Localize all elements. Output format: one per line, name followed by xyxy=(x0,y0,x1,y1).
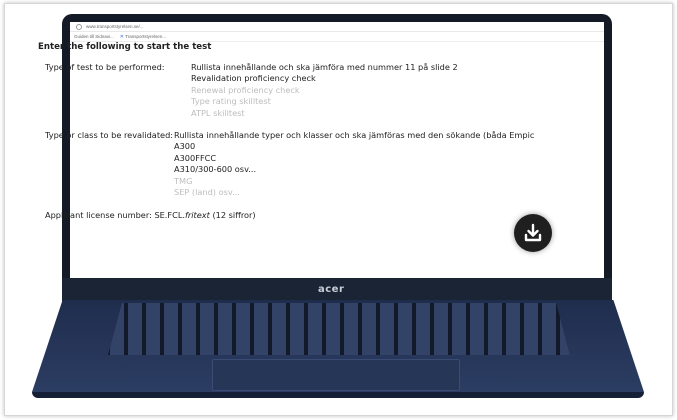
type-of-test-instruction: Rullista innehållande och ska jämföra me… xyxy=(191,62,458,72)
transportstyrelsen-icon: ✕ xyxy=(119,33,124,40)
type-or-class-selected[interactable]: A300FFCC xyxy=(174,153,534,164)
type-or-class-dropdown[interactable]: Rullista innehållande typer och klasser … xyxy=(174,130,534,198)
license-row: Applicant license number: SE.FCL.fritext… xyxy=(38,210,677,220)
license-input[interactable]: fritext xyxy=(185,210,210,220)
license-label: Applicant license number: xyxy=(45,210,152,221)
type-or-class-option[interactable]: SEP (land) osv... xyxy=(174,187,534,198)
type-of-test-row: Type of test to be performed: Rullista i… xyxy=(38,62,677,119)
license-prefix: SE.FCL. xyxy=(154,210,186,221)
type-of-test-option[interactable]: Renewal proficiency check xyxy=(191,85,458,96)
type-or-class-row: Type or class to be revalidated: Rullist… xyxy=(38,130,677,198)
bookmark-item-transportstyrelsen[interactable]: ✕ Transportstyrelsen... xyxy=(120,34,166,40)
type-of-test-selected[interactable]: Revalidation proficiency check xyxy=(191,73,458,84)
brand-logo: acer xyxy=(318,284,345,295)
type-or-class-selected[interactable]: A300 xyxy=(174,141,534,152)
type-or-class-instruction: Rullista innehållande typer och klasser … xyxy=(174,130,535,141)
type-of-test-option[interactable]: ATPL skilltest xyxy=(191,108,458,119)
site-info-icon xyxy=(76,23,82,30)
form-heading: Enter the following to start the test xyxy=(38,42,212,52)
download-button[interactable] xyxy=(514,214,552,252)
bookmark-item-guiden[interactable]: Guiden till Sidnavi... xyxy=(74,34,114,39)
type-or-class-selected[interactable]: A310/300-600 osv... xyxy=(174,164,534,175)
bookmark-label: Transportstyrelsen... xyxy=(125,33,167,39)
type-of-test-option[interactable]: Type rating skilltest xyxy=(191,96,458,107)
license-suffix: (12 siffror) xyxy=(209,210,256,221)
bookmarks-bar: Guiden till Sidnavi... ✕ Transportstyrel… xyxy=(70,32,604,42)
test-form: Enter the following to start the test Ty… xyxy=(38,42,677,220)
laptop-front-edge xyxy=(32,392,644,398)
browser-address-bar[interactable]: www.transportstyrelsen.se/... xyxy=(70,22,604,32)
trackpad xyxy=(212,359,460,391)
type-of-test-label: Type of test to be performed: xyxy=(45,62,165,72)
browser-url[interactable]: www.transportstyrelsen.se/... xyxy=(86,24,144,29)
type-of-test-dropdown[interactable]: Rullista innehållande och ska jämföra me… xyxy=(191,62,458,119)
download-icon xyxy=(524,223,542,242)
type-or-class-option[interactable]: TMG xyxy=(174,176,534,187)
keyboard xyxy=(108,303,570,355)
type-or-class-label: Type or class to be revalidated: xyxy=(45,130,174,141)
